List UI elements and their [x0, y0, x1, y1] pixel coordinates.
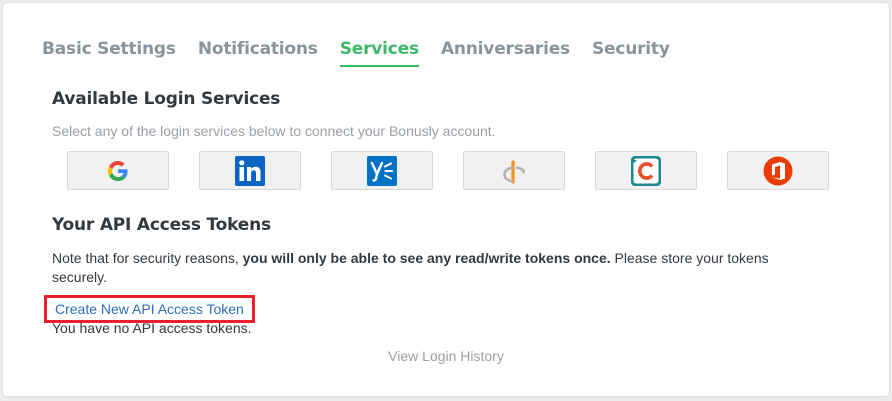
note-bold: you will only be able to see any read/wr…: [242, 250, 611, 266]
view-login-history-link: View Login History: [3, 348, 889, 364]
office365-login-button[interactable]: [727, 151, 829, 190]
no-tokens-message: You have no API access tokens.: [52, 320, 252, 336]
tab-basic-settings[interactable]: Basic Settings: [42, 39, 176, 67]
openid-icon: [503, 159, 526, 184]
tab-notifications[interactable]: Notifications: [198, 39, 318, 67]
note-prefix: Note that for security reasons,: [52, 250, 243, 266]
yammer-login-button[interactable]: [331, 151, 433, 190]
openid-login-button[interactable]: [463, 151, 565, 190]
settings-tabs: Basic Settings Notifications Services An…: [42, 39, 692, 67]
login-services-list: [67, 151, 829, 190]
cyberark-icon: [631, 155, 661, 186]
login-services-title: Available Login Services: [52, 89, 281, 109]
api-security-note: Note that for security reasons, you will…: [52, 249, 822, 287]
yammer-icon: [367, 155, 397, 186]
login-services-subtitle: Select any of the login services below t…: [52, 123, 496, 139]
view-login-history-label[interactable]: View Login History: [388, 348, 504, 364]
google-icon: [108, 160, 128, 181]
linkedin-login-button[interactable]: [199, 151, 301, 190]
settings-card: Basic Settings Notifications Services An…: [3, 3, 889, 396]
tab-services[interactable]: Services: [339, 39, 419, 67]
linkedin-icon: [235, 155, 265, 186]
office-icon: [763, 156, 793, 185]
google-login-button[interactable]: [67, 151, 169, 190]
api-tokens-title: Your API Access Tokens: [52, 215, 271, 235]
tab-anniversaries[interactable]: Anniversaries: [441, 39, 570, 67]
tab-security[interactable]: Security: [592, 39, 670, 67]
cyberark-login-button[interactable]: [595, 151, 697, 190]
create-api-token-link[interactable]: Create New API Access Token: [44, 295, 255, 323]
